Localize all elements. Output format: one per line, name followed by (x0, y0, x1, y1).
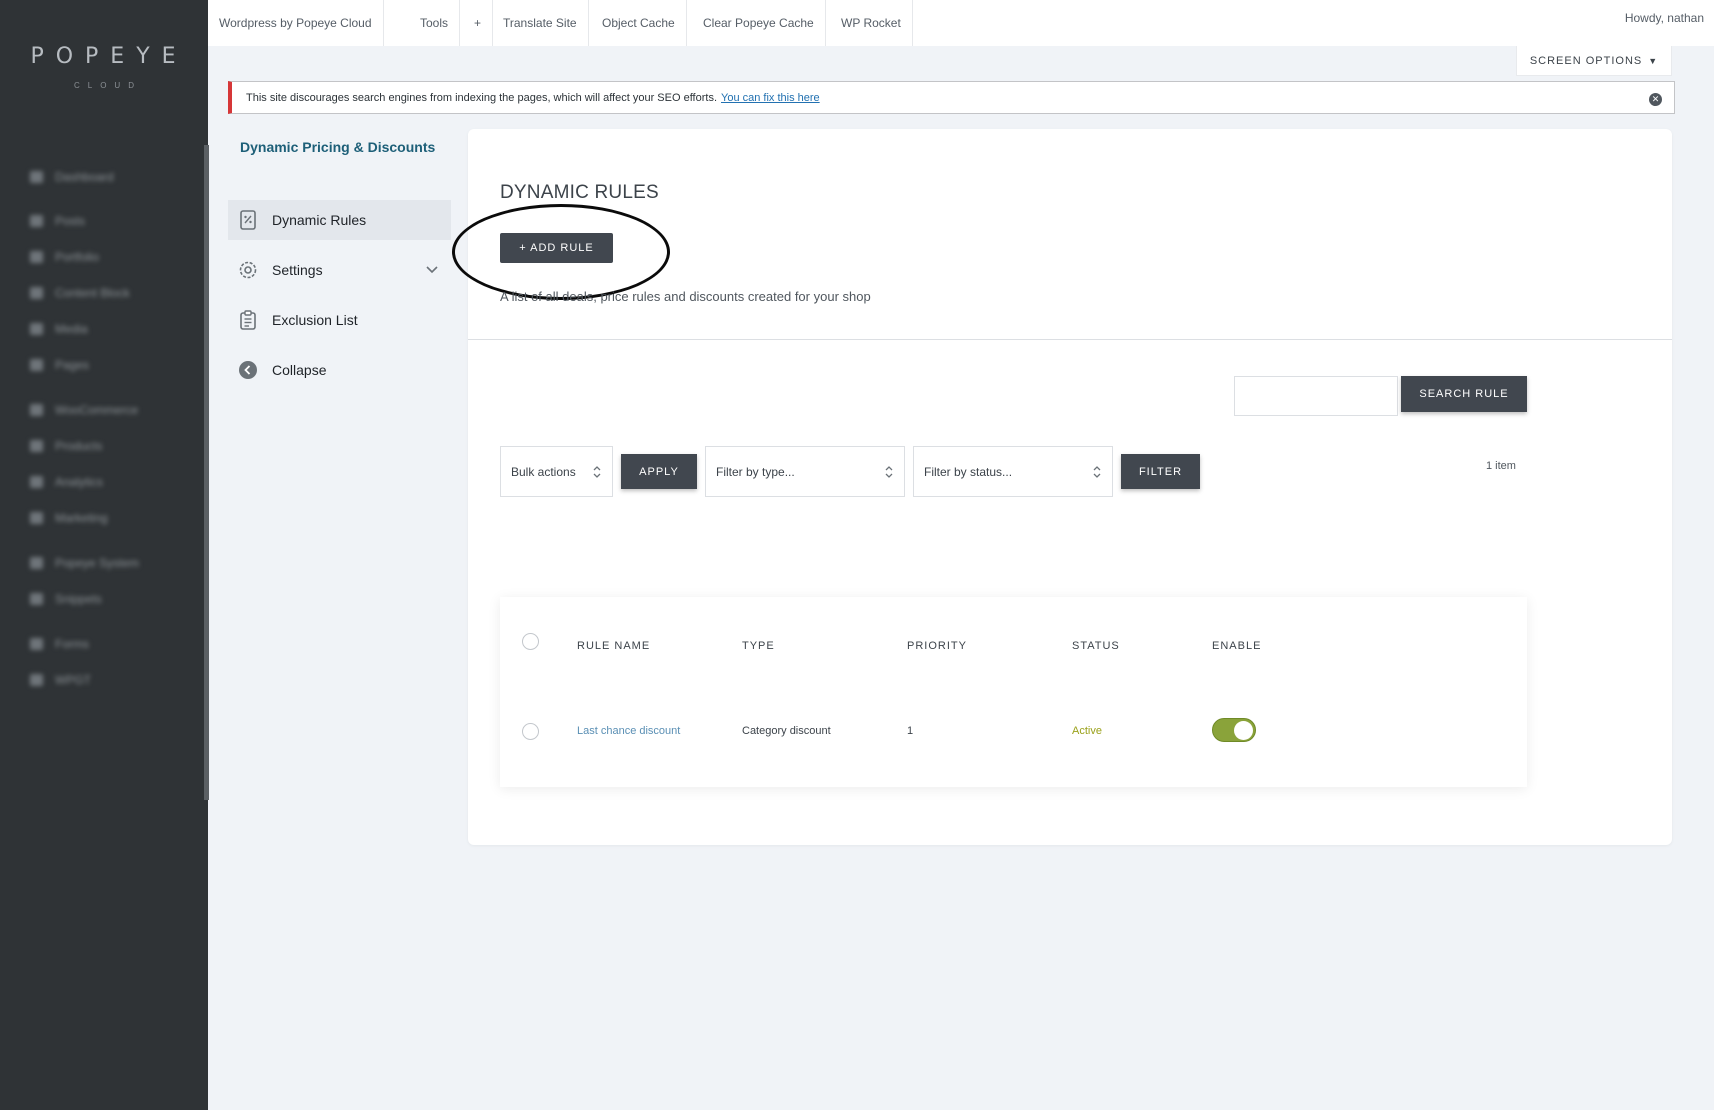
column-header-priority[interactable]: PRIORITY (907, 640, 967, 652)
filter-status-select[interactable]: Filter by status... (913, 446, 1113, 497)
logo-subtitle: CLOUD (73, 81, 142, 90)
user-greeting[interactable]: Howdy, nathan (1625, 0, 1704, 36)
page-title: DYNAMIC RULES (500, 182, 659, 203)
plugin-nav-label: Settings (272, 262, 323, 278)
percent-receipt-icon (238, 210, 258, 230)
column-header-status[interactable]: STATUS (1072, 640, 1120, 652)
sidebar-item-snippets[interactable]: Snippets (30, 590, 102, 608)
sidebar-item-popeye-system[interactable]: Popeye System (30, 554, 139, 572)
wpgt-icon (30, 674, 43, 686)
sidebar-item-portfolio[interactable]: Portfolio (30, 248, 99, 266)
rule-priority: 1 (907, 725, 914, 737)
sidebar-item-wpgt[interactable]: WPGT (30, 671, 91, 689)
filter-type-select[interactable]: Filter by type... (705, 446, 905, 497)
topbar-site-link[interactable]: Wordpress by Popeye Cloud (208, 0, 384, 46)
topbar-translate-site[interactable]: Translate Site (492, 0, 589, 46)
dynamic-rules-panel: DYNAMIC RULES + ADD RULE A list of all d… (452, 129, 1672, 845)
add-rule-button[interactable]: + ADD RULE (500, 233, 613, 263)
sidebar-item-content-block[interactable]: Content Block (30, 284, 130, 302)
plugin-nav-dynamic-rules[interactable]: Dynamic Rules (228, 200, 451, 240)
pin-icon (30, 215, 43, 227)
topbar-wp-rocket[interactable]: WP Rocket (830, 0, 913, 46)
rules-table: RULE NAME TYPE PRIORITY STATUS ENABLE La… (500, 597, 1527, 787)
portfolio-icon (30, 251, 43, 263)
gear-icon (238, 260, 258, 280)
arrow-left-circle-icon (238, 360, 258, 380)
sidebar-item-forms[interactable]: Forms (30, 635, 89, 653)
sidebar-item-pages[interactable]: Pages (30, 356, 89, 374)
status-badge: Active (1072, 725, 1102, 737)
chevron-down-icon[interactable] (425, 262, 439, 279)
topbar-clear-cache[interactable]: Clear Popeye Cache (692, 0, 826, 46)
column-header-type[interactable]: TYPE (742, 640, 775, 652)
forms-icon (30, 638, 43, 650)
sidebar-item-posts[interactable]: Posts (30, 212, 85, 230)
logo: POPEYE (30, 44, 188, 69)
admin-sidebar: POPEYE CLOUD Dashboard Posts Portfolio C… (0, 0, 208, 1110)
system-icon (30, 557, 43, 569)
clipboard-icon (238, 310, 258, 330)
media-icon (30, 323, 43, 335)
plugin-nav-label: Collapse (272, 362, 327, 378)
sort-arrows-icon (1093, 466, 1101, 478)
sidebar-scrollbar[interactable] (204, 145, 209, 800)
sidebar-item-products[interactable]: Products (30, 437, 102, 455)
apply-button[interactable]: APPLY (621, 454, 697, 489)
row-checkbox[interactable] (522, 723, 539, 740)
filter-type-value: Filter by type... (716, 464, 795, 479)
screen-options-label: SCREEN OPTIONS (1529, 54, 1643, 67)
search-input[interactable] (1234, 376, 1398, 416)
item-count: 1 item (1486, 460, 1516, 472)
bulk-actions-select[interactable]: Bulk actions (500, 446, 613, 497)
enable-toggle[interactable] (1212, 718, 1256, 742)
filter-status-value: Filter by status... (924, 464, 1013, 479)
admin-topbar: Wordpress by Popeye Cloud Tools + Transl… (208, 0, 1714, 46)
search-rule-button[interactable]: SEARCH RULE (1401, 376, 1527, 412)
block-icon (30, 287, 43, 299)
screen-options-button[interactable]: SCREEN OPTIONS ▼ (1516, 46, 1672, 76)
page-icon (30, 359, 43, 371)
page-description: A list of all deals, price rules and dis… (500, 289, 871, 304)
woo-icon (30, 404, 43, 416)
plugin-nav-label: Exclusion List (272, 312, 358, 328)
sidebar-item-dashboard[interactable]: Dashboard (30, 168, 114, 186)
sidebar-item-marketing[interactable]: Marketing (30, 509, 108, 527)
sort-arrows-icon (593, 466, 601, 478)
caret-down-icon: ▼ (1648, 55, 1659, 66)
topbar-tools[interactable]: Tools (409, 0, 461, 46)
sidebar-item-media[interactable]: Media (30, 320, 88, 338)
close-icon[interactable]: ✕ (1649, 93, 1662, 106)
divider (468, 339, 1672, 340)
sidebar-item-analytics[interactable]: Analytics (30, 473, 103, 491)
rule-name-link[interactable]: Last chance discount (577, 725, 680, 737)
snippets-icon (30, 593, 43, 605)
topbar-object-cache[interactable]: Object Cache (591, 0, 687, 46)
gauge-icon (30, 171, 43, 183)
filter-button[interactable]: FILTER (1121, 454, 1200, 489)
megaphone-icon (30, 512, 43, 524)
toggle-knob (1234, 721, 1253, 740)
sort-arrows-icon (885, 466, 893, 478)
seo-notice: This site discourages search engines fro… (228, 81, 1675, 114)
plugin-nav-exclusion-list[interactable]: Exclusion List (228, 300, 451, 340)
column-header-rule-name[interactable]: RULE NAME (577, 640, 650, 652)
notice-fix-link[interactable]: You can fix this here (721, 92, 820, 104)
analytics-icon (30, 476, 43, 488)
plugin-nav-settings[interactable]: Settings (228, 250, 451, 290)
plugin-nav-collapse[interactable]: Collapse (228, 350, 451, 390)
rule-type: Category discount (742, 725, 831, 737)
column-header-enable: ENABLE (1212, 640, 1262, 652)
topbar-new-plus[interactable]: + (463, 0, 494, 46)
sidebar-item-woocommerce[interactable]: WooCommerce (30, 401, 138, 419)
plugin-nav-label: Dynamic Rules (272, 212, 367, 228)
plugin-title: Dynamic Pricing & Discounts (240, 139, 436, 155)
select-all-checkbox[interactable] (522, 633, 539, 650)
notice-text: This site discourages search engines fro… (246, 91, 717, 104)
bulk-actions-value: Bulk actions (511, 464, 576, 479)
products-icon (30, 440, 43, 452)
